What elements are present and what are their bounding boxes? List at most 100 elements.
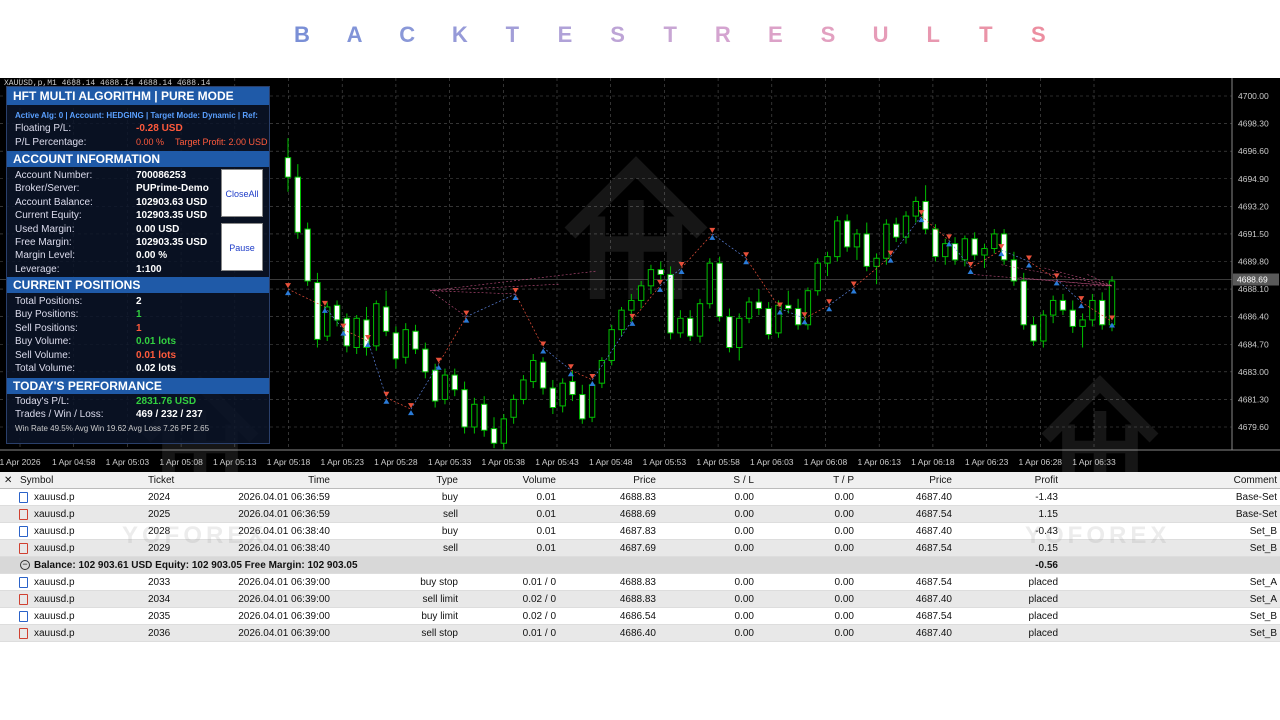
buy-arrow-marker <box>826 306 833 312</box>
panel-row-value: 1 <box>136 322 142 334</box>
cell-time: 2026.04.01 06:39:00 <box>238 577 330 588</box>
candle-bull <box>991 233 998 250</box>
price-tick-label: 4684.70 <box>1238 339 1269 349</box>
candle-bull <box>637 285 645 301</box>
panel-row-value: 0.01 lots <box>136 336 177 348</box>
table-row[interactable]: xauusd.p 2024 2026.04.01 06:36:59 buy 0.01 46… <box>0 489 1280 506</box>
summary-profit: -0.56 <box>1035 560 1058 571</box>
candle-bear <box>422 348 429 373</box>
watermark-text: YOFOREX <box>1025 522 1171 549</box>
panel-status-line: Active Alg: 0 | Account: HEDGING | Targe… <box>15 111 258 120</box>
cell-price2: 4687.54 <box>915 577 952 588</box>
sell-arrow-marker <box>1053 273 1060 279</box>
candle-bear <box>863 233 870 267</box>
cell-symbol: xauusd.p <box>34 526 75 537</box>
candle-bear <box>892 223 900 238</box>
buy-arrow-marker <box>540 348 547 354</box>
candle-bear <box>932 228 939 258</box>
sell-arrow-marker <box>743 252 750 258</box>
floating-pl-label: Floating P/L: <box>15 123 72 134</box>
panel-row-value: 700086253 <box>136 170 187 181</box>
cell-type: buy limit <box>421 611 458 622</box>
title-letter: A <box>346 22 363 47</box>
candle-bull <box>706 262 714 305</box>
cell-price2: 4687.54 <box>915 611 952 622</box>
time-tick-label: 1 Apr 05:23 <box>320 457 364 467</box>
cell-price2: 4687.40 <box>915 594 952 605</box>
sell-arrow-marker <box>850 281 857 287</box>
title-letter: B <box>294 22 310 47</box>
pause-button[interactable]: Pause <box>221 223 263 271</box>
candle-bear <box>451 374 458 391</box>
table-row[interactable]: xauusd.p 2036 2026.04.01 06:39:00 sell stop… <box>0 625 1280 642</box>
close-terminal-icon[interactable]: ✕ <box>4 472 12 489</box>
sell-order-icon <box>19 543 28 554</box>
trade-terminal: ✕ Symbol Ticket Time Type Volume Price S / L T /… <box>0 472 1280 642</box>
sell-order-icon <box>19 509 28 520</box>
cell-profit: placed <box>1028 577 1058 588</box>
candle-bull <box>441 374 449 400</box>
cell-sl: 0.00 <box>734 577 754 588</box>
time-tick-label: 1 Apr 05:48 <box>589 457 633 467</box>
column-header-price2: Price <box>929 475 952 486</box>
time-tick-label: 1 Apr 05:18 <box>267 457 311 467</box>
table-header-row: ✕ Symbol Ticket Time Type Volume Price S / L T /… <box>0 472 1280 489</box>
balance-summary-text: Balance: 102 903.61 USD Equity: 102 903.… <box>34 560 358 571</box>
target-profit-value: Target Profit: 2.00 USD <box>175 137 268 147</box>
panel-row-value: 102903.63 USD <box>136 196 208 208</box>
candle-bull <box>608 329 615 361</box>
candle-bull <box>873 257 880 267</box>
current-positions-title: CURRENT POSITIONS <box>7 277 269 293</box>
todays-performance-title: TODAY'S PERFORMANCE <box>7 378 269 394</box>
time-tick-label: 1 Apr 05:38 <box>482 457 526 467</box>
cell-price2: 4687.54 <box>915 543 952 554</box>
cell-comment: Set_B <box>1249 628 1277 639</box>
table-row[interactable]: xauusd.p 2025 2026.04.01 06:36:59 sell 0.01 4… <box>0 506 1280 523</box>
sell-order-icon <box>19 628 28 639</box>
price-tick-label: 4691.50 <box>1238 229 1269 239</box>
sell-arrow-marker <box>1078 296 1085 302</box>
cell-ticket: 2035 <box>148 611 171 622</box>
cell-price2: 4687.40 <box>915 492 952 503</box>
cell-sl: 0.00 <box>734 594 754 605</box>
candle-bull <box>912 200 920 217</box>
cell-price: 4686.40 <box>619 628 656 639</box>
table-row[interactable]: xauusd.p 2033 2026.04.01 06:39:00 buy stop 0… <box>0 574 1280 591</box>
close-all-button[interactable]: CloseAll <box>221 169 263 217</box>
cell-price: 4686.54 <box>619 611 656 622</box>
cell-ticket: 2033 <box>148 577 171 588</box>
watermark-logo <box>564 156 708 299</box>
title-letter: S <box>820 22 836 47</box>
table-row[interactable]: xauusd.p 2035 2026.04.01 06:39:00 buy limit… <box>0 608 1280 625</box>
buy-arrow-marker <box>1078 303 1085 309</box>
panel-row-value: 0.00 USD <box>136 223 180 235</box>
cell-type: buy stop <box>420 577 458 588</box>
sell-arrow-marker <box>709 227 716 233</box>
title-letter: U <box>872 22 889 47</box>
panel-row-value: 2 <box>136 296 142 307</box>
collapse-icon[interactable]: − <box>20 560 30 570</box>
candle-bull <box>775 304 782 334</box>
column-header-type: Type <box>436 475 458 486</box>
buy-arrow-marker <box>407 410 414 416</box>
cell-volume: 0.01 <box>536 492 556 503</box>
candle-bear <box>971 238 978 256</box>
cell-profit: placed <box>1028 594 1058 605</box>
candle-bull <box>588 384 596 418</box>
panel-row-value: 2831.76 USD <box>136 396 197 407</box>
table-row[interactable]: xauusd.p 2034 2026.04.01 06:39:00 sell limi… <box>0 591 1280 608</box>
cell-symbol: xauusd.p <box>34 509 75 520</box>
candle-bull <box>510 398 517 418</box>
panel-row-value: 102903.35 USD <box>136 210 208 222</box>
candle-bull <box>530 359 537 383</box>
title-letter: K <box>451 22 468 47</box>
title-letter: C <box>399 22 416 47</box>
title-letter: L <box>926 22 940 47</box>
price-tick-label: 4694.90 <box>1238 174 1269 184</box>
column-header-profit: Profit <box>1034 475 1058 486</box>
cell-price: 4688.83 <box>619 577 656 588</box>
account-info-title: ACCOUNT INFORMATION <box>7 151 269 167</box>
time-tick-label: 1 Apr 06:08 <box>804 457 848 467</box>
time-tick-label: 1 Apr 05:03 <box>106 457 150 467</box>
panel-row-label: Free Margin: <box>15 237 72 248</box>
